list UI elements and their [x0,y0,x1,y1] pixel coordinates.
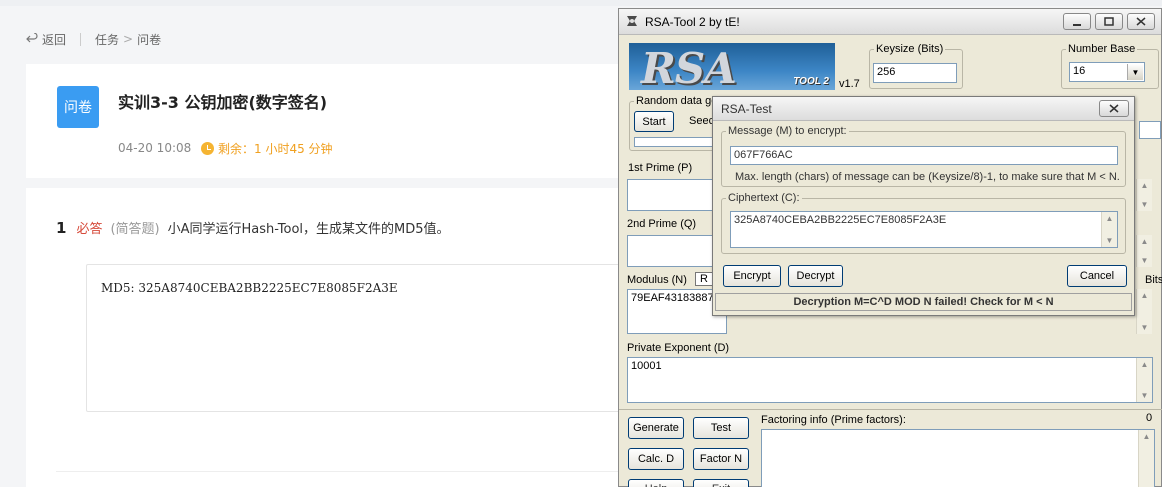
exit-button[interactable]: Exit [693,479,749,487]
remaining-time-text: 剩余：1 小时45 分钟 [218,142,333,156]
rsa-tool-title: RSA-Tool 2 by tE! [645,15,740,29]
rsa-logo: RSA TOOL 2 [629,43,835,90]
private-exponent-scrollbar[interactable]: ▲ ▼ [1136,358,1152,402]
modulus-label: Modulus (N) [627,274,687,286]
rsa-test-title: RSA-Test [721,102,772,116]
prime-p-scrollbar[interactable]: ▲ ▼ [1136,179,1152,211]
top-bar [0,0,1162,6]
number-base-value: 16 [1073,65,1086,77]
ciphertext-label: Ciphertext (C): [728,192,800,204]
random-data-label: Random data ge [636,95,718,107]
modulus-r-button[interactable]: R [695,272,713,286]
private-exponent-label: Private Exponent (D) [627,342,730,354]
ciphertext-scrollbar[interactable]: ▲ ▼ [1101,212,1117,247]
back-label: 返回 [42,32,67,47]
keysize-input[interactable]: 256 [873,63,957,83]
section-divider [619,409,1162,410]
breadcrumb: 返回 任务 > 问卷 [26,30,161,48]
rsa-logo-text: RSA [641,44,737,90]
remaining-time: 剩余：1 小时45 分钟 [201,140,333,157]
close-icon [1136,17,1146,26]
close-button[interactable] [1127,13,1155,30]
help-button[interactable]: Help [628,479,684,487]
prime-q-scrollbar[interactable]: ▲ ▼ [1136,235,1152,267]
breadcrumb-current: 问卷 [137,32,162,47]
start-button[interactable]: Start [634,111,674,132]
rsa-tool-app-icon [627,16,637,26]
prime-p-label: 1st Prime (P) [628,162,693,174]
task-title: 实训3-3 公钥加密(数字签名) [118,93,328,112]
test-button[interactable]: Test [693,417,749,439]
modulus-scrollbar[interactable]: ▲ ▼ [1136,289,1152,334]
maximize-icon [1104,17,1114,26]
breadcrumb-separator: > [123,32,134,46]
number-base-label: Number Base [1068,43,1136,55]
cancel-button[interactable]: Cancel [1067,265,1127,287]
version-label: v1.7 [839,78,860,90]
card-divider [56,471,626,472]
generate-button[interactable]: Generate [628,417,684,439]
breadcrumb-task[interactable]: 任务 [95,31,119,48]
question-type: (简答题) [110,222,160,237]
factoring-count: 0 [1146,412,1153,424]
number-base-select[interactable]: 16 ▼ [1069,62,1145,82]
back-link[interactable]: 返回 [26,31,66,48]
maximize-button[interactable] [1095,13,1123,30]
ciphertext-field[interactable]: 325A8740CEBA2BB2225EC7E8085F2A3E [730,211,1118,248]
back-arrow-icon [26,33,38,43]
calc-d-button[interactable]: Calc. D [628,448,684,470]
minimize-button[interactable] [1063,13,1091,30]
max-length-note: Max. length (chars) of message can be (K… [735,171,1120,183]
message-input[interactable]: 067F766AC [730,146,1118,165]
message-label: Message (M) to encrypt: [728,125,847,137]
close-icon [1109,104,1119,113]
bits-label: Bits [1145,274,1162,286]
prime-q-label: 2nd Prime (Q) [627,218,697,230]
question-header: 1 必答 (简答题) 小A同学运行Hash-Tool，生成某文件的MD5值。 [56,218,450,238]
keysize-label: Keysize (Bits) [876,43,944,55]
factor-n-button[interactable]: Factor N [693,448,749,470]
private-exponent-field[interactable]: 10001 [627,357,1153,403]
decrypt-button[interactable]: Decrypt [788,265,843,287]
rsa-test-titlebar[interactable]: RSA-Test [713,97,1134,121]
chevron-down-icon[interactable]: ▼ [1127,64,1143,80]
rsa-logo-subtext: TOOL 2 [793,76,829,87]
seed-field-edge[interactable] [1139,121,1161,139]
questionnaire-badge: 问卷 [57,86,99,128]
task-date: 04-20 10:08 [118,141,192,155]
encrypt-button[interactable]: Encrypt [723,265,781,287]
question-number: 1 [56,218,67,237]
rsa-test-dialog: RSA-Test Message (M) to encrypt: 067F766… [712,96,1135,316]
factoring-info-label: Factoring info (Prime factors): [761,414,906,426]
status-bar: Decryption M=C^D MOD N failed! Check for… [715,293,1132,311]
factoring-scrollbar[interactable]: ▲ [1138,430,1154,487]
seed-label: Seec [689,115,715,127]
factoring-info-field[interactable] [761,429,1155,487]
clock-icon [201,142,214,155]
random-progress-bar [634,137,714,147]
required-tag: 必答 [76,222,103,237]
answer-box[interactable]: MD5: 325A8740CEBA2BB2225EC7E8085F2A3E [86,264,626,412]
nav-divider [80,32,82,46]
question-text: 小A同学运行Hash-Tool，生成某文件的MD5值。 [167,222,450,237]
rsa-tool-titlebar[interactable]: RSA-Tool 2 by tE! [619,9,1161,35]
task-header-card: 问卷 实训3-3 公钥加密(数字签名) 04-20 10:08 剩余：1 小时4… [26,64,626,178]
minimize-icon [1073,23,1081,26]
rsa-test-close-button[interactable] [1099,100,1129,117]
question-card: 1 必答 (简答题) 小A同学运行Hash-Tool，生成某文件的MD5值。 M… [26,188,626,487]
